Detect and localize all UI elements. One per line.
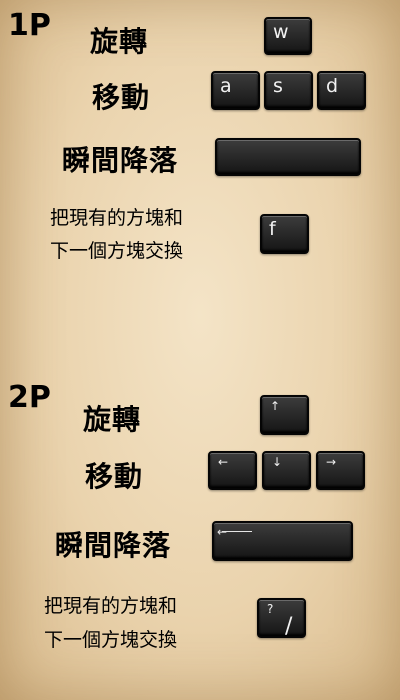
p2-move-left-key-label: ← xyxy=(218,455,229,469)
p1-move-down-key-label: s xyxy=(273,75,283,97)
p1-move-left-key-label: a xyxy=(220,75,232,97)
p1-move-right-key-label: d xyxy=(326,75,339,97)
p2-move-left-arrow-key[interactable]: ← xyxy=(208,451,257,490)
p1-swap-label-line2: 下一個方塊交換 xyxy=(50,240,184,262)
p1-move-right-key[interactable]: d xyxy=(317,71,366,110)
p1-swap-key[interactable]: f xyxy=(260,214,309,254)
p1-move-left-key[interactable]: a xyxy=(211,71,260,110)
p1-swap-key-label: f xyxy=(269,218,276,240)
p2-rotate-up-key[interactable]: ↑ xyxy=(260,395,309,435)
p2-move-down-arrow-key[interactable]: ↓ xyxy=(262,451,311,490)
p2-rotate-key-label: ↑ xyxy=(270,399,281,413)
p1-move-label: 移動 xyxy=(92,81,151,114)
player2-title: 2P xyxy=(8,380,51,415)
p1-swap-label-line1: 把現有的方塊和 xyxy=(50,207,184,229)
player1-title: 1P xyxy=(8,8,51,43)
p2-drop-label: 瞬間降落 xyxy=(55,529,172,562)
p2-swap-key-bottom-label: / xyxy=(285,614,293,639)
p2-drop-enter-key[interactable]: ← xyxy=(212,521,353,561)
p1-rotate-label: 旋轉 xyxy=(90,25,149,58)
p2-swap-slash-key[interactable]: ? / xyxy=(257,598,306,638)
p1-rotate-key-label: w xyxy=(273,21,289,43)
enter-arrow-icon: ← xyxy=(217,525,228,539)
p2-move-down-key-label: ↓ xyxy=(272,455,283,469)
p2-move-label: 移動 xyxy=(85,460,144,493)
p1-drop-spacebar-key[interactable] xyxy=(215,138,361,176)
p2-swap-key-top-label: ? xyxy=(267,602,274,616)
p2-move-right-arrow-key[interactable]: → xyxy=(316,451,365,490)
p2-rotate-label: 旋轉 xyxy=(83,403,142,436)
enter-line-icon xyxy=(222,531,252,532)
p2-move-right-key-label: → xyxy=(326,455,337,469)
p1-drop-label: 瞬間降落 xyxy=(62,144,179,177)
p2-swap-label-line1: 把現有的方塊和 xyxy=(44,595,178,617)
p1-rotate-key[interactable]: w xyxy=(264,17,312,55)
p1-move-down-key[interactable]: s xyxy=(264,71,313,110)
p2-swap-label-line2: 下一個方塊交換 xyxy=(44,629,178,651)
